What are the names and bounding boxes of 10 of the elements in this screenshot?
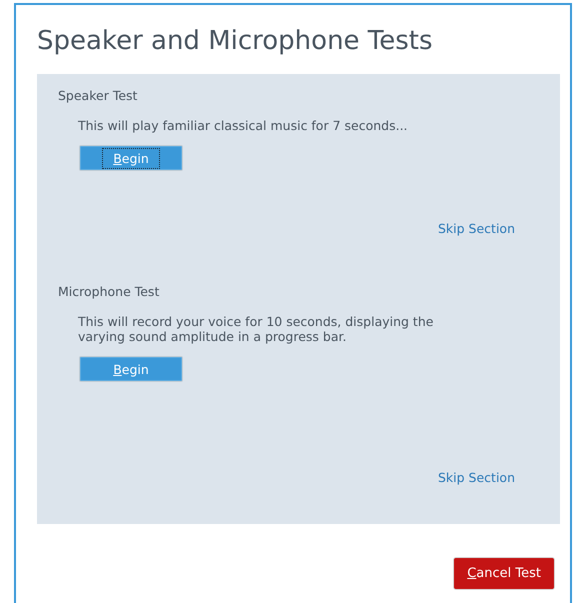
section-description: This will record your voice for 10 seconds, displaying the varying sound amplitude in a progress bar. xyxy=(78,314,434,344)
section-heading: Speaker Test xyxy=(58,88,138,104)
section-heading: Microphone Test xyxy=(58,284,160,300)
skip-section-link[interactable]: Skip Section xyxy=(438,470,515,485)
cancel-test-button[interactable]: Cancel Test xyxy=(453,557,555,590)
window-title: Speaker and Microphone Tests xyxy=(37,25,434,58)
begin-button[interactable]: Begin xyxy=(79,356,183,382)
skip-section-link[interactable]: Skip Section xyxy=(438,221,515,236)
section-description: This will play familiar classical music for 7 seconds... xyxy=(78,118,409,133)
begin-button[interactable]: Begin xyxy=(79,145,183,171)
